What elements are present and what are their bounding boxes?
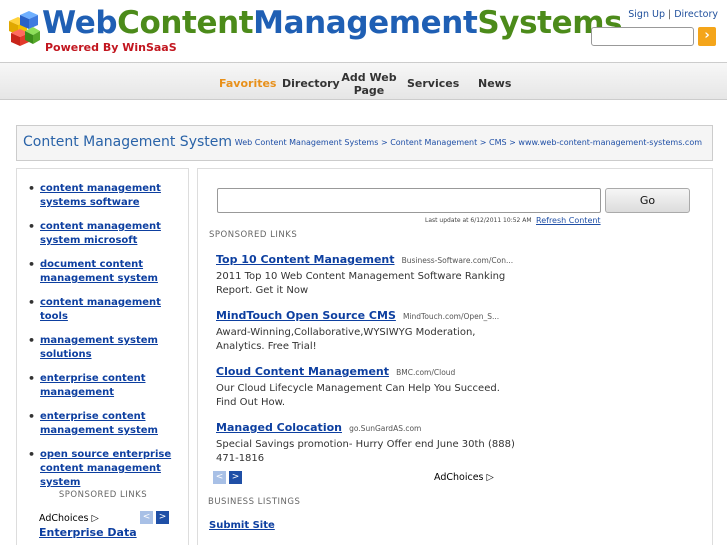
sign-up-link[interactable]: Sign Up [628,9,665,20]
submit-site-link[interactable]: Submit Site [209,520,275,531]
ad-description: Special Savings promotion- Hurry Offer e… [216,439,515,464]
sponsored-links-label: SPONSORED LINKS [209,230,298,240]
title-band: Content Management System Web Content Ma… [16,125,713,161]
nav-item-add-web-page[interactable]: Add Web Page [340,71,398,97]
nav-item-news[interactable]: News [478,77,511,90]
ad-title-link[interactable]: Top 10 Content Management [216,253,395,266]
chevron-right-icon: › [704,28,710,43]
breadcrumb: Web Content Management Systems > Content… [235,138,702,147]
nav-item-favorites[interactable]: Favorites [219,77,276,90]
adchoices-icon: ▷ [486,472,494,483]
refresh-content-link[interactable]: Refresh Content [536,216,601,225]
next-ad-button[interactable]: > [156,511,169,524]
sponsored-links-label: SPONSORED LINKS [58,490,148,500]
list-item: management system solutions [25,334,187,362]
nav-item-directory[interactable]: Directory [282,77,340,90]
related-link[interactable]: content management tools [40,297,161,322]
breadcrumb-separator: > [509,138,516,147]
list-item: content management system microsoft [25,220,187,248]
directory-link[interactable]: Directory [674,9,718,20]
logo-cubes-icon [9,11,40,46]
related-link[interactable]: enterprise content management [40,373,146,398]
breadcrumb-item[interactable]: Content Management [390,138,477,147]
chevron-right-icon: > [231,472,240,482]
chevron-left-icon: < [142,512,151,522]
header-search-input[interactable] [591,27,694,46]
main-nav: Favorites Directory Add Web Page Service… [0,62,727,100]
chevron-right-icon: > [158,512,167,522]
adchoices-link[interactable]: AdChoices ▷ [434,472,494,483]
prev-ad-button[interactable]: < [213,471,226,484]
list-item: enterprise content management [25,372,187,400]
breadcrumb-item[interactable]: CMS [489,138,507,147]
related-link[interactable]: open source enterprise content managemen… [40,449,171,488]
related-link[interactable]: content management system microsoft [40,221,161,246]
ad-title-link[interactable]: MindTouch Open Source CMS [216,309,396,322]
ad-description: 2011 Top 10 Web Content Management Softw… [216,271,506,296]
list-item: content management tools [25,296,187,324]
related-link[interactable]: document content management system [40,259,158,284]
ad-description: Award-Winning,Collaborative,WYSIWYG Mode… [216,327,476,352]
logo-title[interactable]: WebContentManagementSystems [42,3,623,43]
related-link[interactable]: enterprise content management system [40,411,158,436]
header-go-button[interactable]: › [698,27,716,46]
ad-url[interactable]: BMC.com/Cloud [396,368,455,377]
related-link[interactable]: management system solutions [40,335,158,360]
prev-ad-button[interactable]: < [140,511,153,524]
ad-item: MindTouch Open Source CMS MindTouch.com/… [216,306,516,354]
logo-tagline: Powered By WinSaaS [45,41,177,54]
breadcrumb-separator: > [380,138,388,147]
related-links-list: content management systems software cont… [25,182,187,500]
ad-title-link[interactable]: Managed Colocation [216,421,342,434]
list-item: content management systems software [25,182,187,210]
breadcrumb-item[interactable]: Web Content Management Systems [235,138,379,147]
adchoices-link[interactable]: AdChoices ▷ [39,513,99,524]
main-content: Go Last update at 6/12/2011 10:52 AM Ref… [197,168,713,545]
related-link[interactable]: content management systems software [40,183,161,208]
ad-link-enterprise-data[interactable]: Enterprise Data [39,526,137,540]
link-separator: | [668,9,672,20]
last-update-text: Last update at 6/12/2011 10:52 AM [425,217,532,224]
top-links: Sign Up | Directory [628,9,718,20]
list-item: document content management system [25,258,187,286]
list-item: open source enterprise content managemen… [25,448,187,490]
ad-description: Our Cloud Lifecycle Management Can Help … [216,383,500,408]
ad-item: Top 10 Content Management Business-Softw… [216,250,516,298]
next-ad-button[interactable]: > [229,471,242,484]
business-listings-label: BUSINESS LISTINGS [208,497,301,507]
list-item: enterprise content management system [25,410,187,438]
chevron-left-icon: < [215,472,224,482]
nav-item-services[interactable]: Services [407,77,459,90]
go-button[interactable]: Go [605,188,690,213]
ad-item: Managed Colocation go.SunGardAS.com Spec… [216,418,516,466]
ad-url[interactable]: go.SunGardAS.com [349,424,421,433]
breadcrumb-item[interactable]: www.web-content-management-systems.com [518,138,702,147]
page-title: Content Management System [23,134,233,150]
site-header: WebContentManagementSystems Powered By W… [0,0,727,62]
main-search-input[interactable] [217,188,601,213]
ad-title-link[interactable]: Cloud Content Management [216,365,389,378]
ad-url[interactable]: Business-Software.com/Con... [402,256,514,265]
breadcrumb-separator: > [479,138,487,147]
adchoices-icon: ▷ [91,513,99,524]
ad-url[interactable]: MindTouch.com/Open_S... [403,312,499,321]
ad-item: Cloud Content Management BMC.com/Cloud O… [216,362,516,410]
left-sidebar: content management systems software cont… [16,168,189,545]
